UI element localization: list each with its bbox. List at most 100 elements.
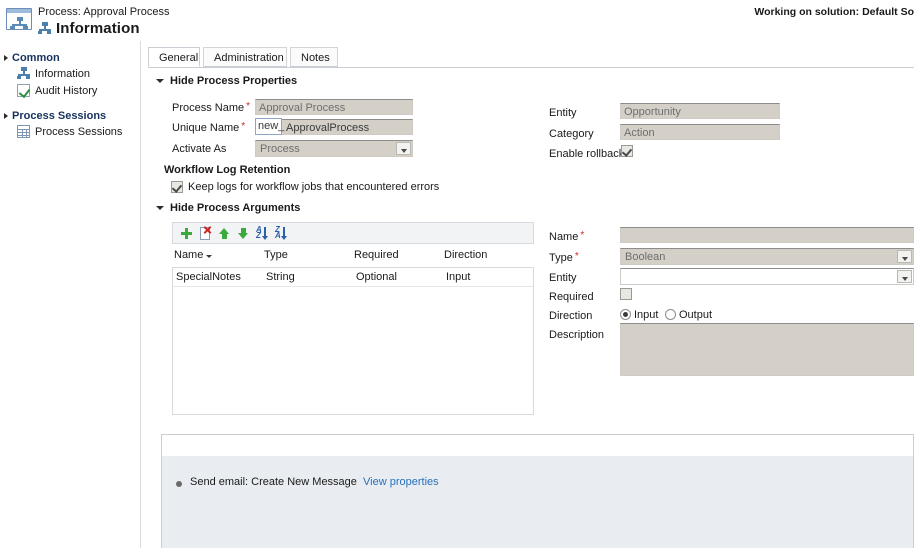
label-process-name: Process Name *	[172, 101, 251, 115]
argument-type-select[interactable]: Boolean	[620, 248, 914, 265]
label-unique-name: Unique Name *	[172, 121, 246, 135]
label-argument-required: Required	[549, 291, 594, 303]
process-name-input[interactable]: Approval Process	[255, 99, 413, 115]
expander-triangle-icon	[4, 54, 8, 61]
breadcrumb: Process: Approval Process	[38, 6, 170, 18]
column-header-name[interactable]: Name	[174, 249, 203, 261]
navigation-sidebar: Common Information Audit History Process…	[0, 41, 141, 548]
step-bullet-icon	[176, 481, 182, 487]
cell-type: String	[266, 271, 295, 283]
page-title: Information	[56, 20, 140, 37]
steps-panel-header	[162, 435, 913, 455]
section-header-process-arguments[interactable]: Hide Process Arguments	[156, 202, 300, 214]
label-argument-description: Description	[549, 329, 605, 341]
arguments-column-headers: Name Type Required Direction	[172, 249, 534, 266]
label-text: Process Name	[172, 102, 245, 114]
tab-notes[interactable]: Notes	[290, 47, 338, 67]
delete-icon[interactable]	[199, 225, 212, 240]
cell-required: Optional	[356, 271, 397, 283]
required-marker: *	[241, 121, 246, 132]
argument-entity-select[interactable]	[620, 268, 914, 285]
process-icon	[17, 67, 30, 80]
label-workflow-log-retention: Workflow Log Retention	[164, 164, 291, 176]
sidebar-group-header-common[interactable]: Common	[0, 50, 140, 65]
column-header-type[interactable]: Type	[264, 249, 288, 261]
step-description: Send email: Create New Message View prop…	[190, 476, 439, 488]
entity-input[interactable]: Opportunity	[620, 103, 780, 119]
argument-name-input[interactable]	[620, 227, 914, 243]
expander-triangle-icon	[4, 112, 8, 119]
direction-radio-output-label[interactable]: Output	[679, 309, 712, 321]
section-label: Hide Process Properties	[170, 75, 298, 87]
activate-as-value: Process	[260, 143, 300, 155]
column-header-direction[interactable]: Direction	[444, 249, 487, 261]
tab-general[interactable]: General	[148, 47, 200, 67]
required-marker: *	[246, 101, 251, 112]
sidebar-group-process-sessions: Process Sessions Process Sessions	[0, 108, 140, 140]
chevron-down-icon	[156, 79, 164, 83]
sort-az-icon[interactable]: AZ	[256, 225, 269, 240]
required-marker: *	[574, 251, 579, 262]
arguments-toolbar: AZ ZA	[172, 222, 534, 244]
audit-sheet-icon	[17, 84, 31, 99]
label-activate-as: Activate As	[172, 143, 227, 155]
process-arguments-panel: AZ ZA Name Type Required Direction Speci…	[172, 222, 534, 415]
form-tabstrip: General Administration Notes	[148, 47, 914, 68]
chevron-down-icon	[396, 142, 411, 155]
section-label: Hide Process Arguments	[170, 202, 301, 214]
activate-as-select[interactable]: Process	[255, 140, 413, 157]
process-window-icon	[6, 8, 32, 32]
chevron-down-icon	[897, 250, 912, 263]
sidebar-group-header-process-sessions[interactable]: Process Sessions	[0, 108, 140, 123]
page-header: Process: Approval Process Information Wo…	[0, 0, 914, 41]
sidebar-group-label: Common	[12, 51, 60, 64]
process-icon	[38, 22, 51, 35]
cell-direction: Input	[446, 271, 471, 283]
step-label: Send email: Create New Message	[190, 476, 357, 488]
category-input[interactable]: Action	[620, 124, 780, 140]
keep-logs-checkbox[interactable]	[171, 181, 183, 193]
label-entity: Entity	[549, 107, 577, 119]
steps-panel-body: Send email: Create New Message View prop…	[162, 456, 913, 548]
label-text: Unique Name	[172, 122, 240, 134]
sidebar-group-label: Process Sessions	[12, 109, 107, 122]
grid-icon	[17, 125, 30, 138]
keep-logs-label: Keep logs for workflow jobs that encount…	[188, 181, 440, 193]
direction-radio-input[interactable]	[620, 309, 631, 320]
form-content-area: General Administration Notes Hide Proces…	[148, 41, 914, 548]
sidebar-item-audit-history[interactable]: Audit History	[0, 82, 140, 99]
label-argument-entity: Entity	[549, 272, 577, 284]
argument-description-textarea[interactable]	[620, 323, 914, 376]
required-marker: *	[580, 230, 585, 241]
page-title-row: Information	[38, 20, 140, 37]
arrow-down-icon[interactable]	[237, 227, 250, 240]
plus-icon[interactable]	[180, 227, 193, 240]
cell-name: SpecialNotes	[176, 271, 241, 283]
direction-radio-input-label[interactable]: Input	[634, 309, 658, 321]
label-argument-type: Type *	[549, 251, 579, 265]
sidebar-group-common: Common Information Audit History	[0, 50, 140, 99]
section-header-process-properties[interactable]: Hide Process Properties	[156, 75, 297, 87]
sidebar-item-label: Process Sessions	[35, 125, 123, 138]
argument-required-checkbox[interactable]	[620, 288, 632, 300]
table-row[interactable]: SpecialNotes String Optional Input	[173, 268, 533, 287]
sidebar-item-label: Audit History	[35, 84, 98, 97]
process-steps-panel: Send email: Create New Message View prop…	[161, 434, 914, 548]
arguments-grid: SpecialNotes String Optional Input	[172, 267, 534, 415]
tab-administration[interactable]: Administration	[203, 47, 287, 67]
sidebar-item-information[interactable]: Information	[0, 65, 140, 82]
label-text: Type	[549, 252, 573, 264]
label-enable-rollback: Enable rollback	[549, 148, 625, 160]
sort-za-icon[interactable]: ZA	[275, 225, 288, 240]
chevron-down-icon	[897, 270, 912, 283]
direction-radio-output[interactable]	[665, 309, 676, 320]
arrow-up-icon[interactable]	[218, 227, 231, 240]
enable-rollback-checkbox[interactable]	[621, 145, 633, 157]
label-category: Category	[549, 128, 594, 140]
column-header-required[interactable]: Required	[354, 249, 399, 261]
sidebar-item-process-sessions[interactable]: Process Sessions	[0, 123, 140, 140]
sort-caret-icon	[206, 255, 212, 258]
view-properties-link[interactable]: View properties	[363, 476, 439, 488]
chevron-down-icon	[156, 206, 164, 210]
list-item[interactable]: Send email: Create New Message View prop…	[162, 475, 913, 493]
